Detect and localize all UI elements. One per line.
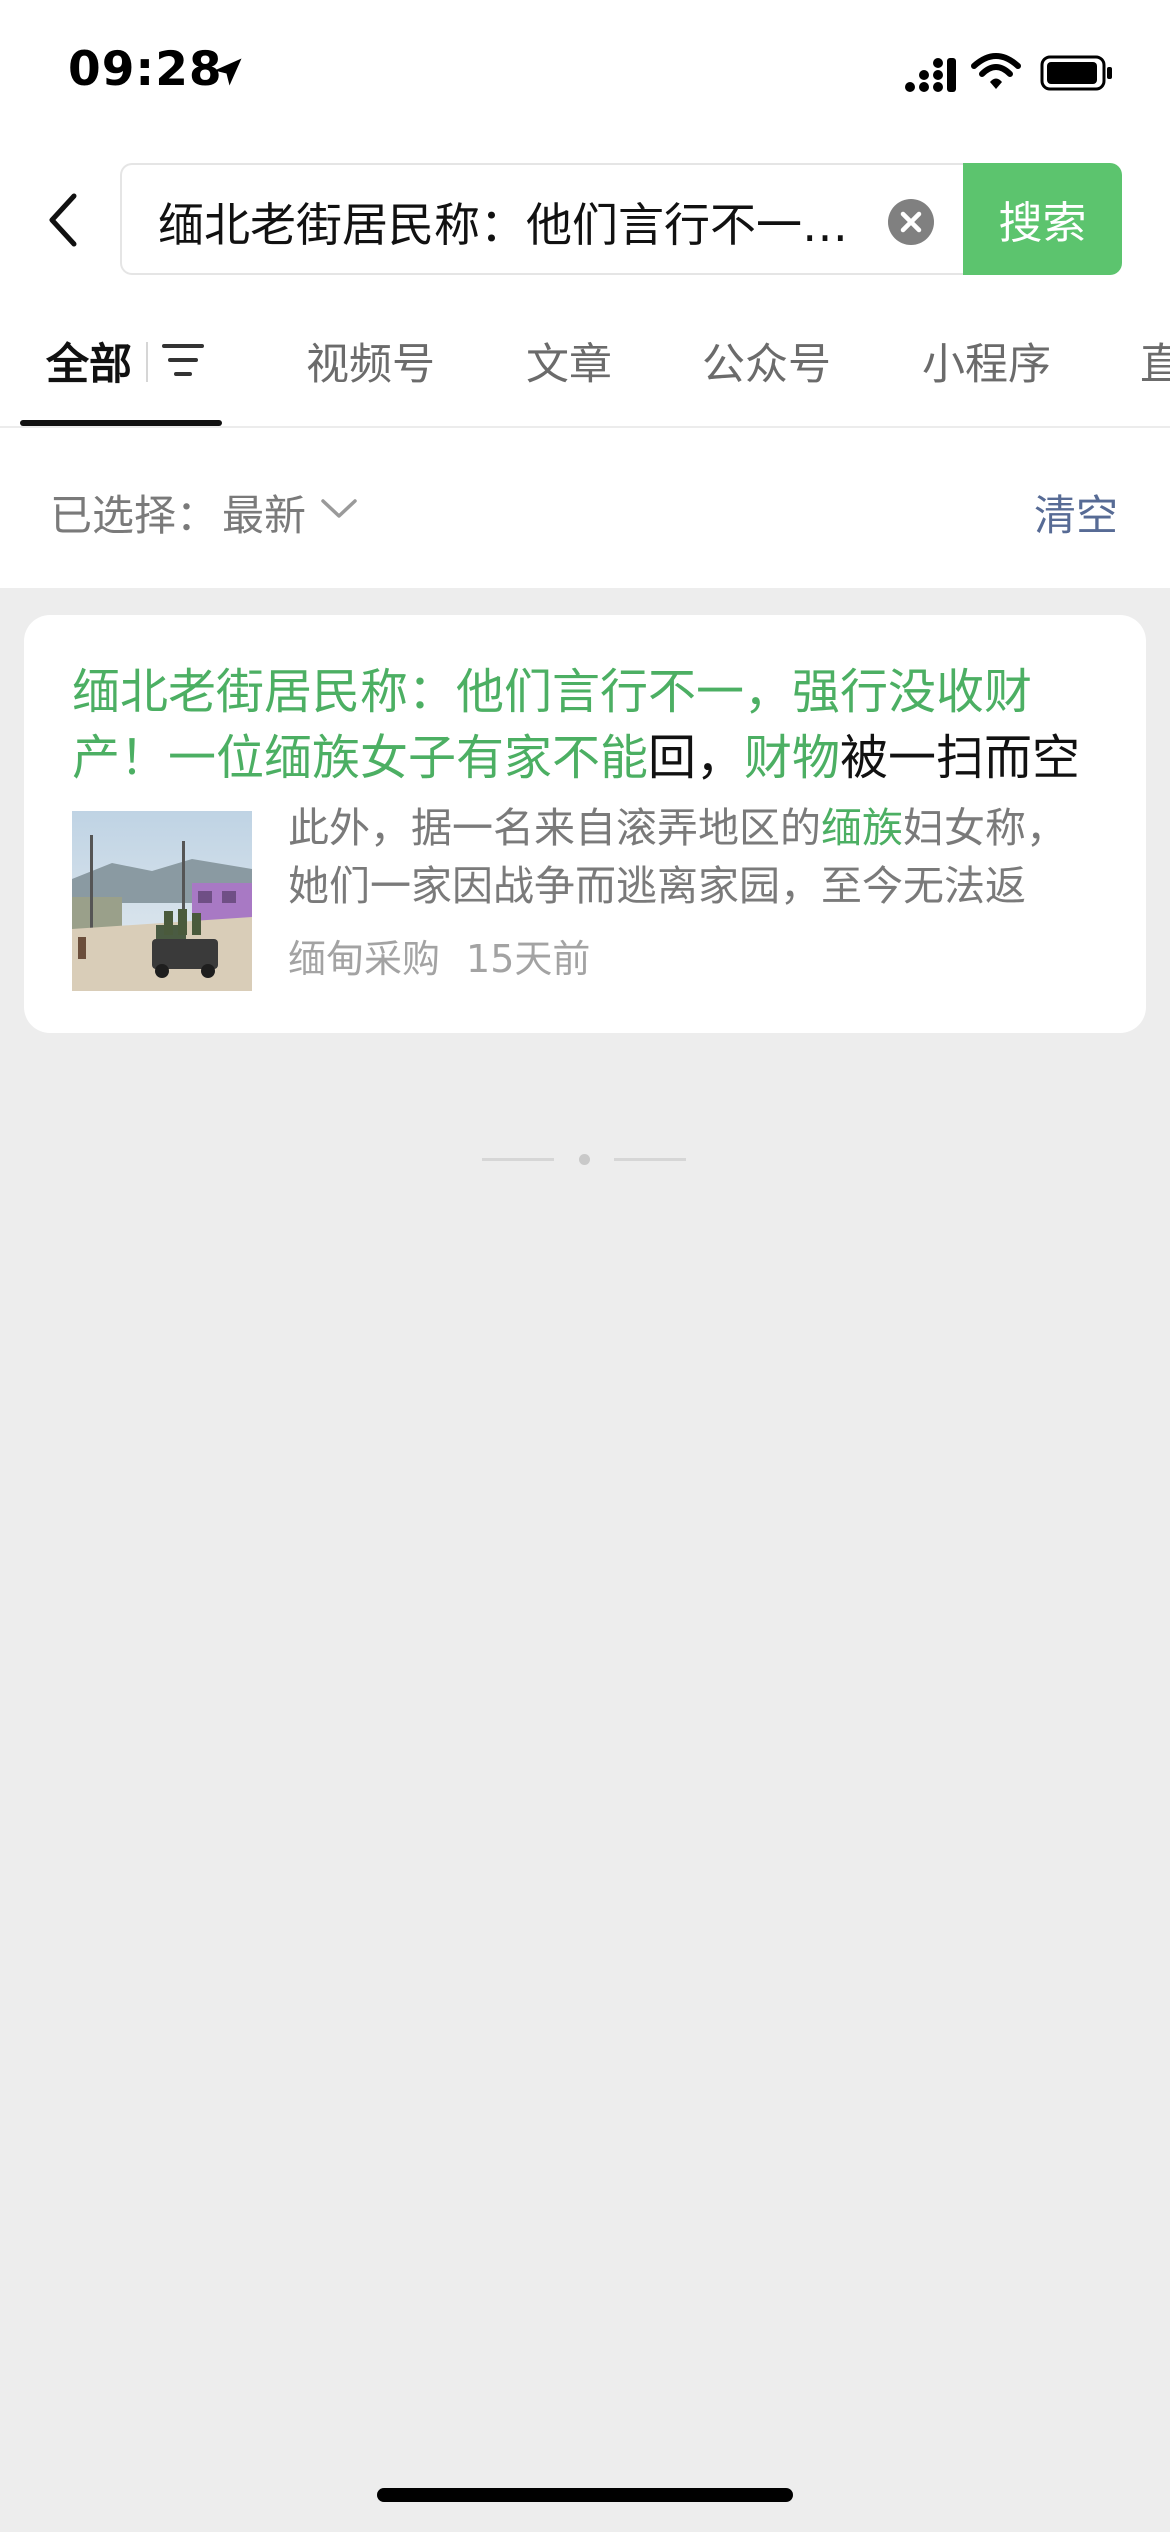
chevron-down-icon[interactable] <box>318 494 360 524</box>
tabs-divider <box>0 426 1170 428</box>
result-source[interactable]: 缅甸采购 <box>288 937 440 981</box>
tab-articles[interactable]: 文章 <box>526 330 612 392</box>
filter-label: 已选择： <box>50 491 219 540</box>
result-title[interactable]: 缅北老街居民称：他们言行不一，强行没收财产！一位缅族女子有家不能回，财物被一扫而… <box>72 659 1116 791</box>
result-time: 15天前 <box>466 937 591 981</box>
wifi-icon <box>971 53 1021 89</box>
result-snippet: 此外，据一名来自滚弄地区的缅族妇女称，她们一家因战争而逃离家园，至今无法返回…… <box>288 799 1098 915</box>
result-thumbnail[interactable] <box>72 811 252 991</box>
end-of-list-line-right <box>614 1158 686 1161</box>
result-meta: 缅甸采购 15天前 <box>288 928 590 983</box>
tab-channels[interactable]: 视频号 <box>306 330 435 392</box>
clear-search-icon[interactable] <box>888 199 934 245</box>
title-segment: 被一扫而空 <box>840 730 1081 786</box>
snippet-segment-highlight: 缅族 <box>821 804 903 852</box>
back-arrow-icon[interactable] <box>44 190 84 250</box>
search-query-text[interactable]: 缅北老街居民称：他们言行不一，强行没收财产！一位缅族女子有家不能回，财物被一扫而… <box>158 189 848 255</box>
search-button[interactable]: 搜索 <box>963 163 1122 275</box>
tab-official-accounts[interactable]: 公众号 <box>702 330 831 392</box>
cellular-signal-icon <box>905 58 956 92</box>
end-of-list-line-left <box>482 1158 554 1161</box>
search-input[interactable]: 缅北老街居民称：他们言行不一，强行没收财产！一位缅族女子有家不能回，财物被一扫而… <box>120 163 963 275</box>
clear-filter-button[interactable]: 清空 <box>1034 482 1118 543</box>
tab-all[interactable]: 全部 <box>46 330 132 392</box>
filter-sort-value[interactable]: 最新 <box>222 482 306 543</box>
end-of-list-dot <box>579 1154 590 1165</box>
battery-icon <box>1040 55 1112 91</box>
filter-icon[interactable] <box>160 340 206 380</box>
title-segment-highlight: 财物 <box>744 730 841 786</box>
location-arrow-icon <box>214 58 242 86</box>
title-segment: 回， <box>648 730 745 786</box>
result-card[interactable]: 缅北老街居民称：他们言行不一，强行没收财产！一位缅族女子有家不能回，财物被一扫而… <box>24 615 1146 1033</box>
tab-divider <box>146 342 148 382</box>
tab-live[interactable]: 直 <box>1140 330 1170 392</box>
tab-mini-programs[interactable]: 小程序 <box>922 330 1051 392</box>
home-indicator[interactable] <box>377 2488 793 2502</box>
status-time: 09:28 <box>68 42 223 97</box>
snippet-segment: 此外，据一名来自滚弄地区的 <box>288 804 821 852</box>
